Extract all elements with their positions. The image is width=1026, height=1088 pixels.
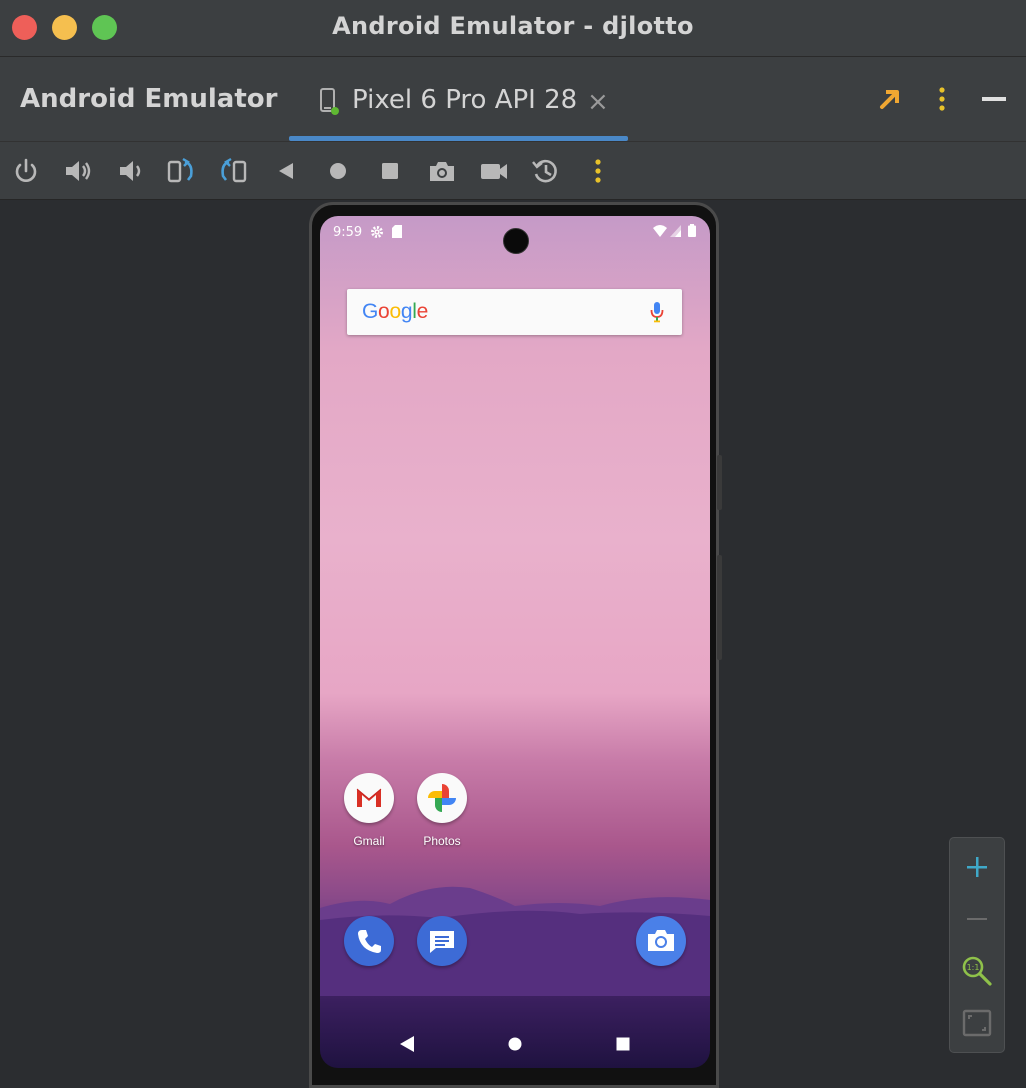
nav-overview-icon[interactable] <box>616 1036 630 1052</box>
svg-text:1:1: 1:1 <box>967 963 980 972</box>
dock-camera[interactable] <box>624 916 698 966</box>
snapshot-icon[interactable] <box>531 156 561 186</box>
rotate-right-icon[interactable] <box>218 156 248 186</box>
back-icon[interactable] <box>271 156 301 186</box>
google-search-widget[interactable]: Google <box>347 289 682 335</box>
google-logo-letter: G <box>362 300 379 323</box>
window-title-bar: Android Emulator - djlotto <box>0 0 1026 57</box>
rotate-left-icon[interactable] <box>166 156 196 186</box>
cell-signal-icon <box>670 225 681 237</box>
overview-icon[interactable] <box>375 156 405 186</box>
app-gmail[interactable]: Gmail <box>332 773 406 848</box>
home-icon[interactable] <box>323 156 353 186</box>
zoom-controls: 1:1 <box>949 837 1005 1053</box>
device-power-key[interactable] <box>717 455 722 510</box>
tool-window-title: Android Emulator <box>20 84 278 114</box>
nav-back-icon[interactable] <box>400 1036 414 1052</box>
messages-icon <box>417 916 467 966</box>
camera-icon <box>636 916 686 966</box>
photos-icon <box>417 773 467 823</box>
emulator-toolbar <box>0 141 1026 200</box>
app-photos[interactable]: Photos <box>405 773 479 848</box>
microphone-icon[interactable] <box>650 301 664 323</box>
device-screen[interactable]: 9:59 Google Gmail Photos <box>320 216 710 1068</box>
zoom-out-icon[interactable] <box>960 902 994 936</box>
dock-phone[interactable] <box>332 916 406 966</box>
nav-home-icon[interactable] <box>508 1036 522 1052</box>
google-logo-letter: g <box>400 300 413 323</box>
google-logo-letter: o <box>389 300 401 323</box>
google-logo: Google <box>362 300 428 324</box>
power-icon[interactable] <box>11 156 41 186</box>
tab-device[interactable]: Pixel 6 Pro API 28 × <box>289 57 628 141</box>
more-options-icon[interactable] <box>928 85 956 113</box>
app-label: Photos <box>423 834 461 848</box>
battery-icon <box>688 224 696 237</box>
google-logo-letter: o <box>378 300 390 323</box>
gmail-icon <box>344 773 394 823</box>
settings-gear-icon <box>371 226 383 238</box>
dock-messages[interactable] <box>405 916 479 966</box>
hide-window-icon[interactable] <box>980 85 1008 113</box>
screenshot-icon[interactable] <box>427 156 457 186</box>
device-phone-icon <box>320 88 339 115</box>
camera-cutout <box>503 228 529 254</box>
tab-close-button[interactable]: × <box>587 87 609 117</box>
volume-up-icon[interactable] <box>63 156 93 186</box>
window-title: Android Emulator - djlotto <box>332 12 694 40</box>
google-logo-letter: e <box>416 300 429 323</box>
float-window-icon[interactable] <box>876 85 904 113</box>
tab-label: Pixel 6 Pro API 28 <box>352 85 578 115</box>
volume-down-icon[interactable] <box>115 156 145 186</box>
zoom-in-icon[interactable] <box>960 850 994 884</box>
more-icon[interactable] <box>583 156 613 186</box>
android-nav-bar <box>320 1028 710 1068</box>
zoom-actual-size-icon[interactable]: 1:1 <box>960 954 994 988</box>
status-time: 9:59 <box>333 225 363 240</box>
wifi-icon <box>653 225 667 237</box>
sd-card-icon <box>392 225 402 238</box>
status-bar: 9:59 <box>320 216 710 254</box>
device-volume-key[interactable] <box>717 555 722 660</box>
screen-record-icon[interactable] <box>479 156 509 186</box>
app-label: Gmail <box>353 834 385 848</box>
phone-icon <box>344 916 394 966</box>
tool-window-header: Android Emulator Pixel 6 Pro API 28 × <box>0 57 1026 141</box>
zoom-fit-icon[interactable] <box>960 1006 994 1040</box>
